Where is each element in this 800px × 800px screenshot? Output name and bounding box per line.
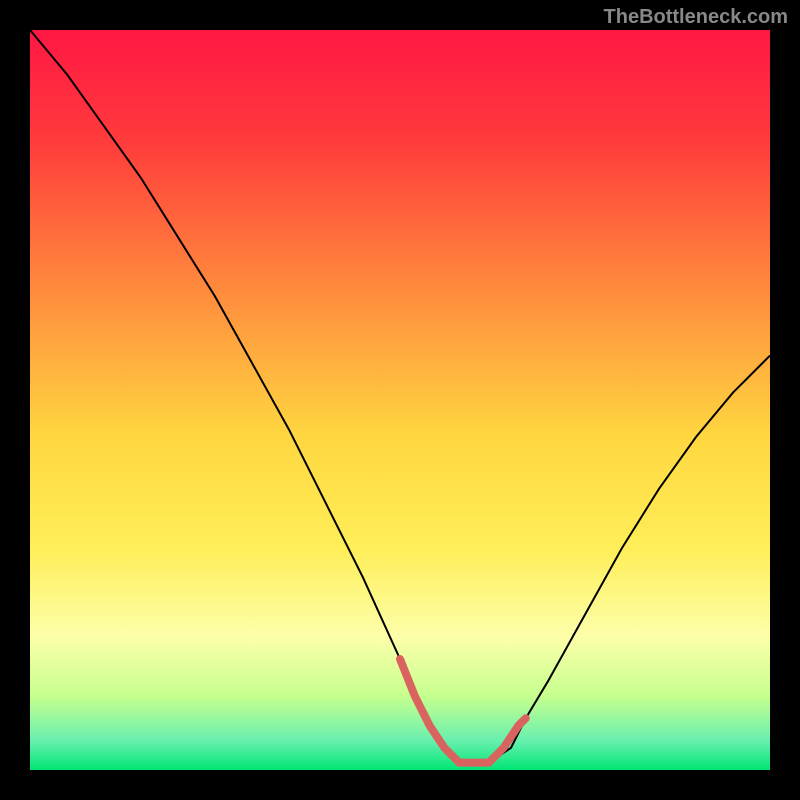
chart-container: TheBottleneck.com xyxy=(0,0,800,800)
watermark-text: TheBottleneck.com xyxy=(604,6,788,29)
bottleneck-chart xyxy=(0,0,800,800)
